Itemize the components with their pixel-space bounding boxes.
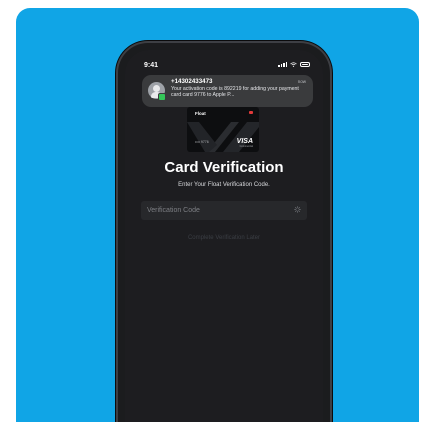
power-button [330, 150, 333, 196]
payment-card-image: Float •••• 9776 VISA Commercial [187, 107, 259, 152]
notification-message: Your activation code is 892219 for addin… [171, 86, 299, 98]
signal-icon [278, 62, 287, 67]
status-time: 9:41 [144, 62, 159, 69]
sms-notification-banner[interactable]: +14302433473 now Your activation code is… [142, 75, 313, 107]
loading-spinner-icon [294, 206, 301, 213]
card-network-sub: Commercial [239, 145, 253, 148]
verification-code-placeholder: Verification Code [147, 207, 200, 214]
battery-icon [300, 62, 310, 67]
verification-code-field[interactable]: Verification Code [141, 201, 307, 220]
notification-sender: +14302433473 [171, 78, 213, 85]
notification-time: now [297, 79, 306, 84]
page-title: Card Verification [164, 159, 284, 176]
complete-later-link[interactable]: Complete Verification Later [125, 235, 323, 241]
phone-screen: 9:41 +14302433473 now Your activation co… [125, 50, 323, 422]
status-icons [278, 62, 310, 67]
wifi-icon [290, 62, 297, 67]
card-network-logo: VISA [236, 138, 253, 145]
page-subtitle: Enter Your Float Verification Code. [178, 182, 270, 188]
card-last4: •••• 9776 [195, 140, 209, 144]
messages-app-icon [158, 93, 166, 101]
card-brand-logo: Float [195, 111, 206, 116]
card-flag-icon [249, 111, 253, 114]
